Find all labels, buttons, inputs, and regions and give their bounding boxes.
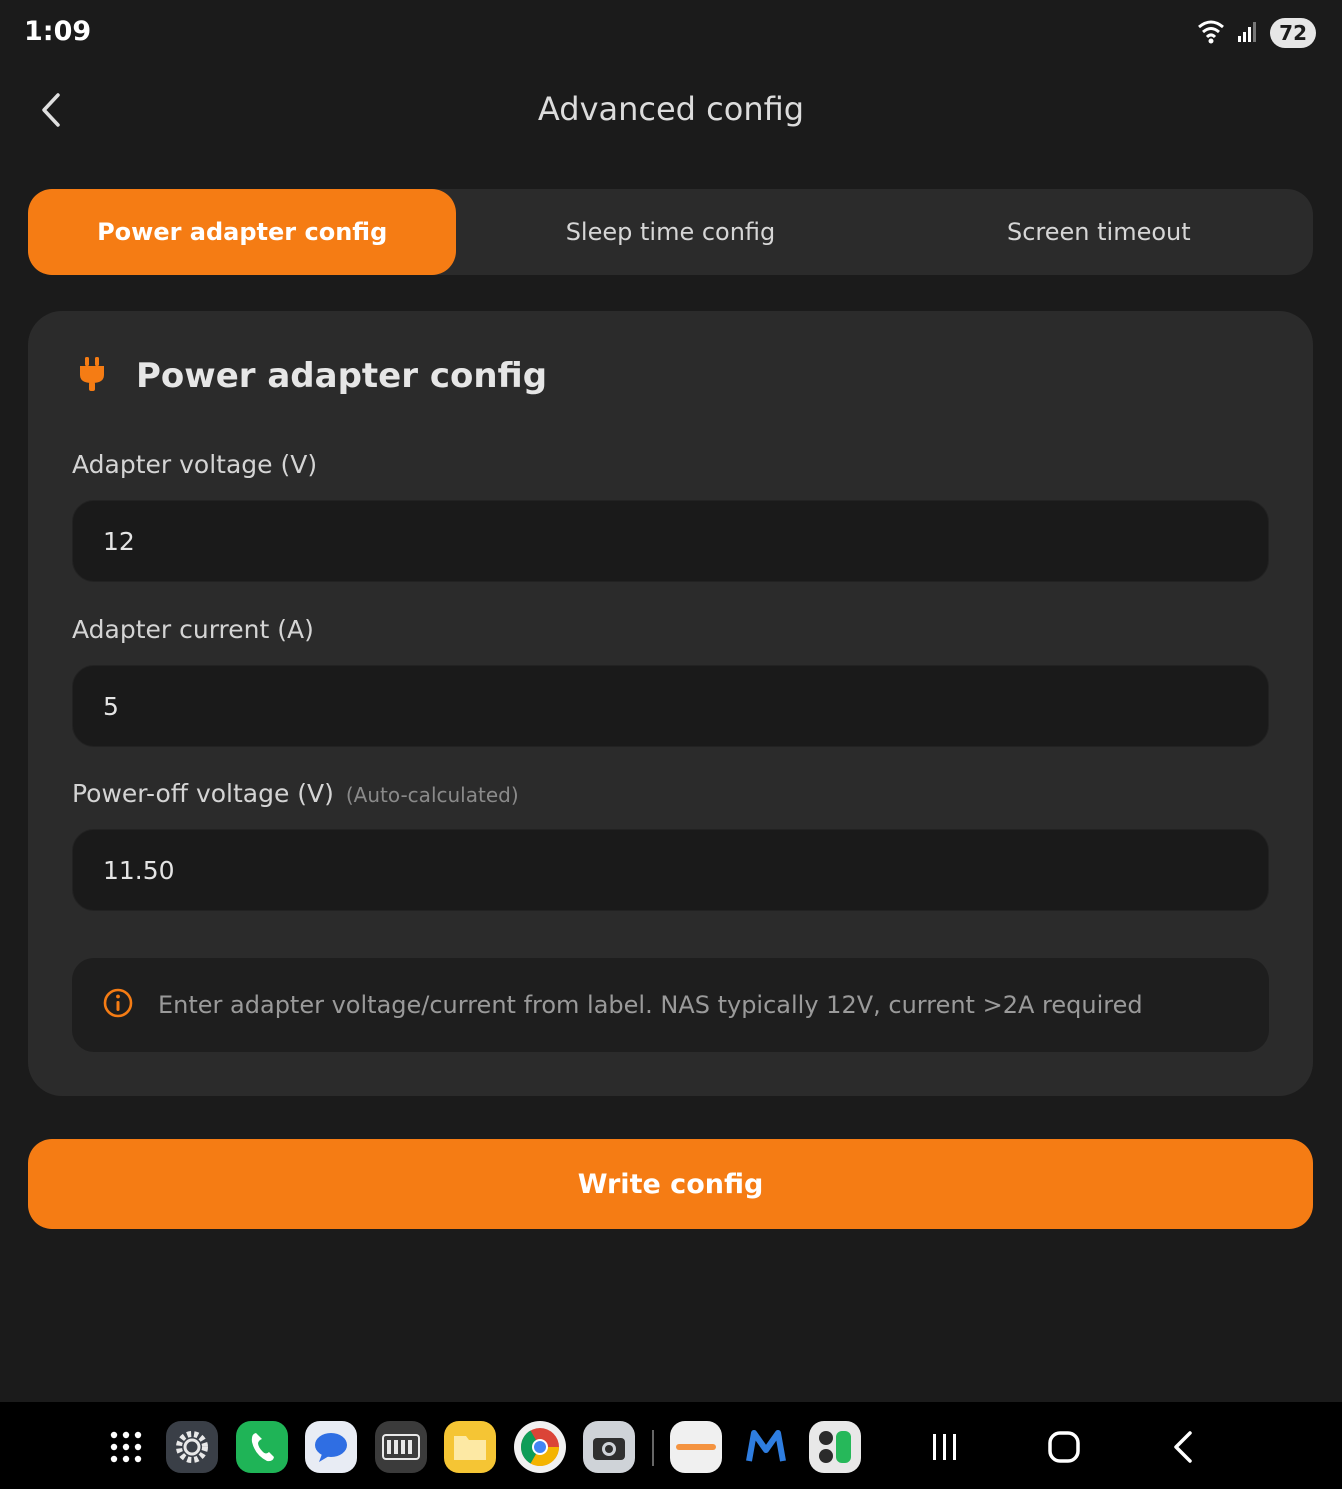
power-off-voltage-label: Power-off voltage (V) (Auto-calculated): [72, 779, 519, 808]
navigation-bar: [0, 1402, 1342, 1489]
info-icon: [102, 987, 134, 1023]
status-time: 1:09: [24, 16, 92, 47]
adapter-current-label-text: Adapter current (A): [72, 615, 314, 644]
home-icon: [1048, 1431, 1080, 1463]
back-icon: [1174, 1431, 1192, 1463]
calculator-icon[interactable]: [809, 1421, 861, 1473]
card-title: Power adapter config: [136, 356, 548, 396]
system-back-button[interactable]: [1158, 1422, 1208, 1472]
files-icon[interactable]: [444, 1421, 496, 1473]
app-icon[interactable]: [670, 1421, 722, 1473]
auto-calculated-note: (Auto-calculated): [345, 783, 519, 807]
config-tabs: Power adapter config Sleep time config S…: [28, 189, 1313, 275]
adapter-voltage-label: Adapter voltage (V): [72, 450, 317, 479]
card-header: Power adapter config: [78, 355, 547, 397]
adapter-current-input[interactable]: 5: [72, 665, 1269, 747]
chrome-icon[interactable]: [514, 1421, 566, 1473]
camera-icon[interactable]: [583, 1421, 635, 1473]
battery-badge: 72: [1270, 18, 1316, 48]
info-text: Enter adapter voltage/current from label…: [158, 991, 1143, 1019]
settings-icon[interactable]: [166, 1421, 218, 1473]
messages-icon[interactable]: [305, 1421, 357, 1473]
power-adapter-card: Power adapter config Adapter voltage (V)…: [28, 311, 1313, 1096]
plug-icon: [78, 355, 106, 397]
tab-power-adapter-config[interactable]: Power adapter config: [28, 189, 457, 275]
tab-screen-timeout[interactable]: Screen timeout: [885, 189, 1313, 275]
tab-sleep-time-config[interactable]: Sleep time config: [456, 189, 884, 275]
write-config-button[interactable]: Write config: [28, 1139, 1313, 1229]
app-bar: Advanced config: [0, 70, 1342, 152]
adapter-voltage-input[interactable]: 12: [72, 500, 1269, 582]
home-button[interactable]: [1039, 1422, 1089, 1472]
power-off-voltage-label-text: Power-off voltage (V): [72, 779, 334, 808]
wifi-icon: [1196, 18, 1226, 48]
keyboard-icon[interactable]: [375, 1421, 427, 1473]
recents-button[interactable]: [920, 1422, 970, 1472]
info-box: Enter adapter voltage/current from label…: [72, 958, 1269, 1052]
power-off-voltage-input: 11.50: [72, 829, 1269, 911]
adapter-current-label: Adapter current (A): [72, 615, 314, 644]
dock-divider: [652, 1430, 654, 1466]
page-title: Advanced config: [537, 90, 805, 128]
m-app-icon[interactable]: [740, 1421, 792, 1473]
signal-icon: [1236, 19, 1260, 47]
phone-icon[interactable]: [236, 1421, 288, 1473]
status-icons: 72: [1196, 18, 1316, 48]
status-bar: 1:09 72: [0, 0, 1342, 70]
adapter-voltage-label-text: Adapter voltage (V): [72, 450, 318, 479]
app-drawer-icon[interactable]: [100, 1421, 152, 1473]
recents-icon: [933, 1434, 956, 1460]
